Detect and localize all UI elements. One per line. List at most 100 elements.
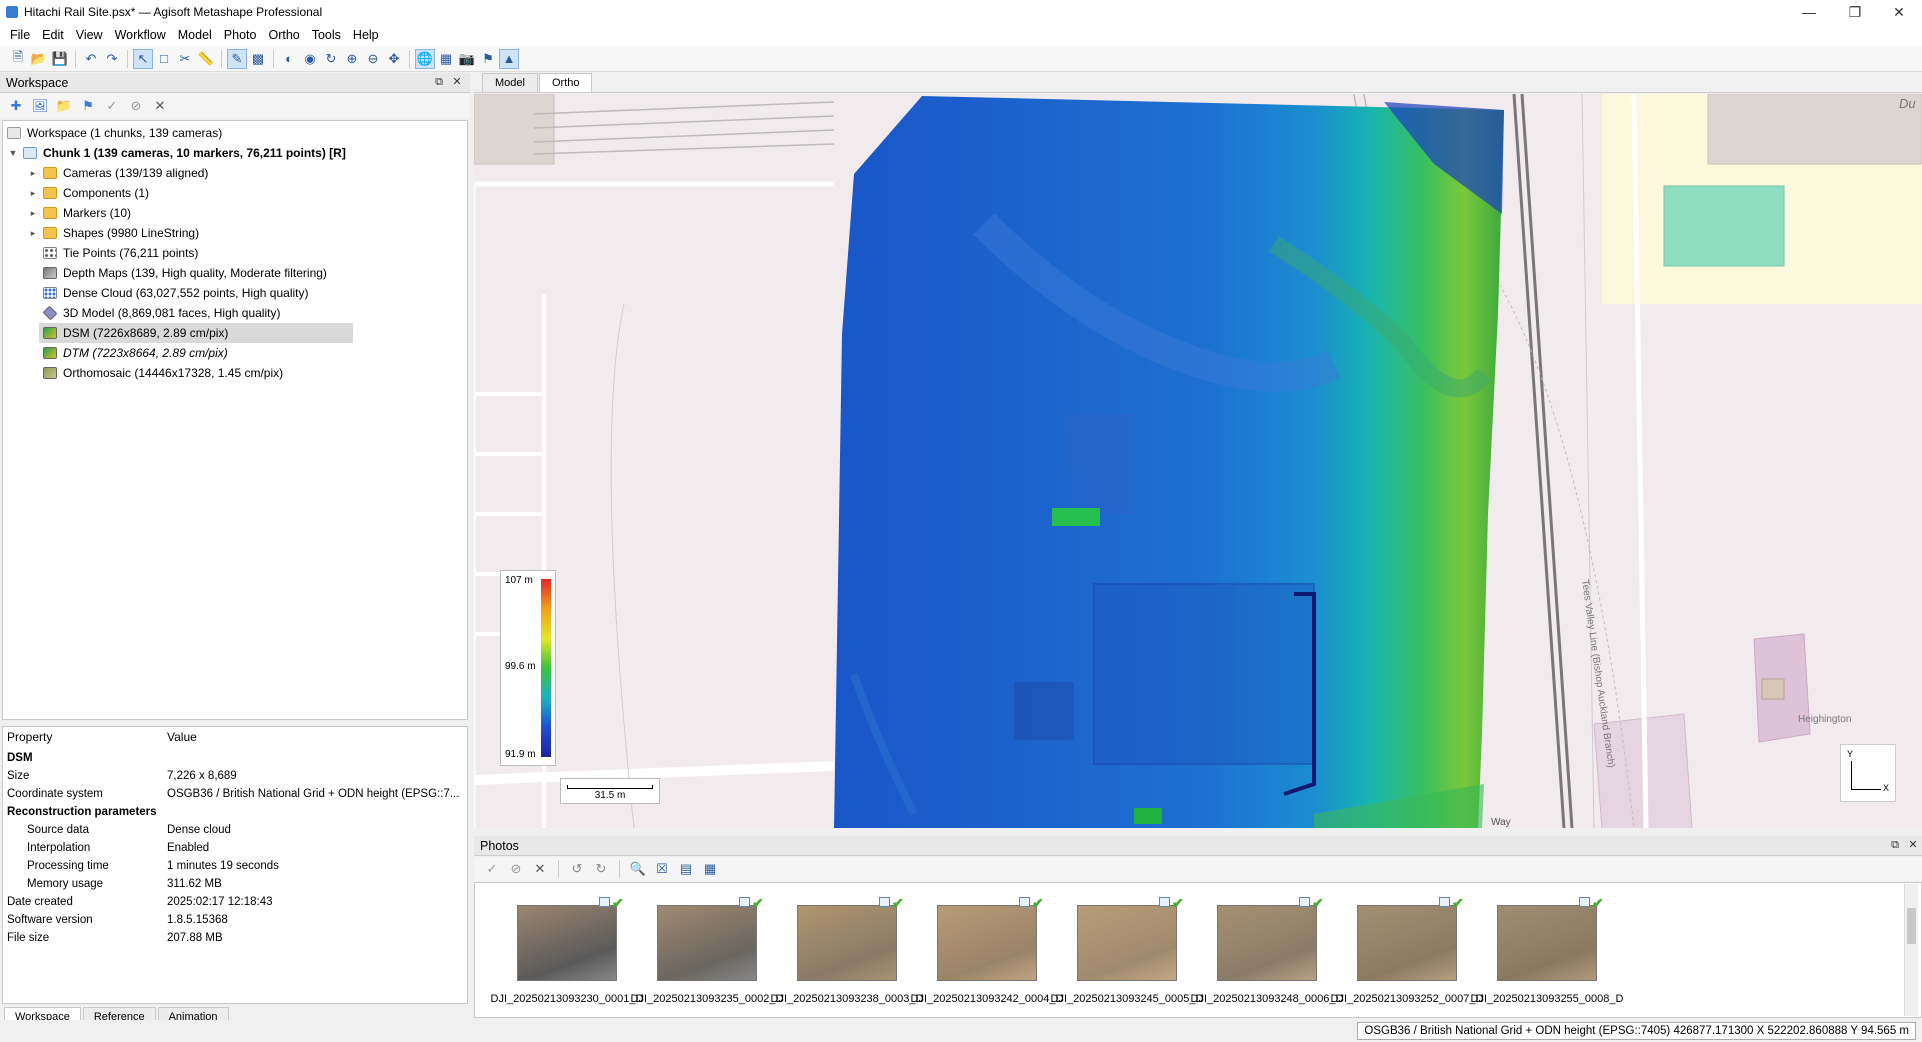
- menu-tools[interactable]: Tools: [306, 24, 347, 46]
- expand-arrow-icon[interactable]: ▸: [27, 188, 39, 199]
- minimize-button[interactable]: —: [1786, 0, 1832, 24]
- filter-icon[interactable]: 🔍: [628, 859, 648, 879]
- camera-badge-icon: [599, 897, 610, 907]
- tree-item-dense-cloud[interactable]: Dense Cloud (63,027,552 points, High qua…: [39, 283, 308, 303]
- maximize-button[interactable]: ❐: [1832, 0, 1878, 24]
- menu-view[interactable]: View: [70, 24, 109, 46]
- tree-item-orthomosaic[interactable]: Orthomosaic (14446x17328, 1.45 cm/pix): [39, 363, 283, 383]
- zoom-out-icon[interactable]: ⊖: [363, 49, 383, 69]
- tree-item-components[interactable]: ▸ Components (1): [27, 183, 149, 203]
- dtm-icon: [43, 347, 57, 359]
- map-label-road: Way: [1491, 817, 1511, 828]
- photo-thumbnail[interactable]: [1077, 905, 1177, 981]
- float-panel-icon[interactable]: ⧉: [1888, 838, 1902, 852]
- patch-icon[interactable]: ◉: [300, 49, 320, 69]
- workspace-toolbar: ✚ 🖼 📁 ⚑ ✓ ⊘ ✕: [0, 94, 470, 118]
- show-dsm-icon[interactable]: ▩: [248, 49, 268, 69]
- menu-edit[interactable]: Edit: [36, 24, 70, 46]
- close-button[interactable]: ✕: [1876, 0, 1922, 24]
- tree-item-markers[interactable]: ▸ Markers (10): [27, 203, 131, 223]
- thumbnail-size-icon[interactable]: ▦: [700, 859, 720, 879]
- reset-filter-icon[interactable]: ☒: [652, 859, 672, 879]
- add-folder-icon[interactable]: 📁: [54, 96, 74, 116]
- disable-icon[interactable]: ⊘: [126, 96, 146, 116]
- view-mode-icon[interactable]: ▤: [676, 859, 696, 879]
- disable-icon[interactable]: ⊘: [506, 859, 526, 879]
- photo-thumbnail[interactable]: [1497, 905, 1597, 981]
- navigation-cursor-icon[interactable]: ↖: [133, 48, 153, 69]
- add-markers-icon[interactable]: ⚑: [78, 96, 98, 116]
- new-document-icon[interactable]: 🗎: [8, 49, 28, 69]
- measure-icon[interactable]: 📏: [196, 49, 216, 69]
- menu-workflow[interactable]: Workflow: [109, 24, 172, 46]
- property-value: 1 minutes 19 seconds: [167, 860, 279, 872]
- draw-shape-icon[interactable]: ✎: [227, 48, 247, 69]
- ortho-view[interactable]: Heighington Tees Valley Line (Bishop Auc…: [474, 94, 1922, 828]
- rotate-right-icon[interactable]: ↻: [591, 859, 611, 879]
- remove-icon[interactable]: ✕: [530, 859, 550, 879]
- tree-item-3d-model[interactable]: 3D Model (8,869,081 faces, High quality): [39, 303, 280, 323]
- undo-icon[interactable]: ↶: [81, 49, 101, 69]
- markers-icon[interactable]: ⚑: [478, 49, 498, 69]
- tree-item-shapes[interactable]: ▸ Shapes (9980 LineString): [27, 223, 199, 243]
- reset-view-icon[interactable]: ↻: [321, 49, 341, 69]
- legend-max-label: 107 m: [505, 575, 533, 586]
- seamlines-icon[interactable]: ▦: [436, 49, 456, 69]
- camera-badge-icon: [1299, 897, 1310, 907]
- tree-item-dsm[interactable]: DSM (7226x8689, 2.89 cm/pix): [39, 323, 353, 343]
- ruler-icon[interactable]: ✂: [175, 49, 195, 69]
- photo-thumbnail[interactable]: [797, 905, 897, 981]
- photo-thumbnail[interactable]: [937, 905, 1037, 981]
- remove-icon[interactable]: ✕: [150, 96, 170, 116]
- move-icon[interactable]: ✥: [384, 49, 404, 69]
- zoom-in-icon[interactable]: ⊕: [342, 49, 362, 69]
- add-chunk-icon[interactable]: ✚: [6, 96, 26, 116]
- menu-ortho[interactable]: Ortho: [262, 24, 305, 46]
- menu-help[interactable]: Help: [347, 24, 385, 46]
- tab-model[interactable]: Model: [482, 73, 538, 92]
- rotate-left-icon[interactable]: ↺: [567, 859, 587, 879]
- expand-arrow-icon[interactable]: ▸: [27, 208, 39, 219]
- float-panel-icon[interactable]: ⧉: [432, 75, 446, 89]
- property-key: File size: [7, 932, 50, 944]
- globe-icon[interactable]: 🌐: [415, 48, 435, 69]
- tree-item-cameras[interactable]: ▸ Cameras (139/139 aligned): [27, 163, 209, 183]
- photo-thumbnail[interactable]: [517, 905, 617, 981]
- tree-chunk[interactable]: ▼ Chunk 1 (139 cameras, 10 markers, 76,2…: [7, 143, 346, 163]
- view-mode-icon[interactable]: ◐: [279, 49, 299, 69]
- menu-file[interactable]: File: [4, 24, 36, 46]
- close-panel-icon[interactable]: ✕: [1906, 838, 1920, 852]
- tree-item-depth-maps[interactable]: Depth Maps (139, High quality, Moderate …: [39, 263, 327, 283]
- camera-icon[interactable]: 📷: [457, 49, 477, 69]
- collapse-arrow-icon[interactable]: ▼: [7, 148, 19, 158]
- property-key: Coordinate system: [7, 788, 103, 800]
- basemap: Heighington Tees Valley Line (Bishop Auc…: [474, 94, 1922, 828]
- expand-arrow-icon[interactable]: ▸: [27, 168, 39, 179]
- menu-model[interactable]: Model: [172, 24, 218, 46]
- toolbar-separator: [221, 49, 222, 68]
- enable-icon[interactable]: ✓: [102, 96, 122, 116]
- tie-points-icon: [43, 247, 57, 259]
- photo-thumbnail[interactable]: [1217, 905, 1317, 981]
- rectangle-select-icon[interactable]: □: [154, 49, 174, 69]
- photo-thumbnail[interactable]: [1357, 905, 1457, 981]
- axis-x-label: X: [1883, 783, 1890, 793]
- photo-thumbnail[interactable]: [657, 905, 757, 981]
- menu-photo[interactable]: Photo: [218, 24, 263, 46]
- photos-scrollbar[interactable]: [1904, 884, 1918, 1016]
- tab-ortho[interactable]: Ortho: [538, 73, 593, 92]
- toolbar-separator: [75, 49, 76, 68]
- enable-icon[interactable]: ✓: [482, 859, 502, 879]
- tree-root-workspace[interactable]: Workspace (1 chunks, 139 cameras): [7, 123, 222, 143]
- redo-icon[interactable]: ↷: [102, 49, 122, 69]
- save-icon[interactable]: 💾: [50, 49, 70, 69]
- expand-arrow-icon[interactable]: ▸: [27, 228, 39, 239]
- shapes-icon[interactable]: ▲: [499, 48, 519, 69]
- close-panel-icon[interactable]: ✕: [450, 75, 464, 89]
- tree-item-tie-points[interactable]: Tie Points (76,211 points): [39, 243, 198, 263]
- scrollbar-thumb[interactable]: [1907, 908, 1916, 944]
- tree-item-dtm[interactable]: DTM (7223x8664, 2.89 cm/pix): [39, 343, 228, 363]
- add-photos-icon[interactable]: 🖼: [30, 96, 50, 116]
- open-folder-icon[interactable]: 📂: [29, 49, 49, 69]
- property-row: Memory usage 311.62 MB: [3, 875, 467, 893]
